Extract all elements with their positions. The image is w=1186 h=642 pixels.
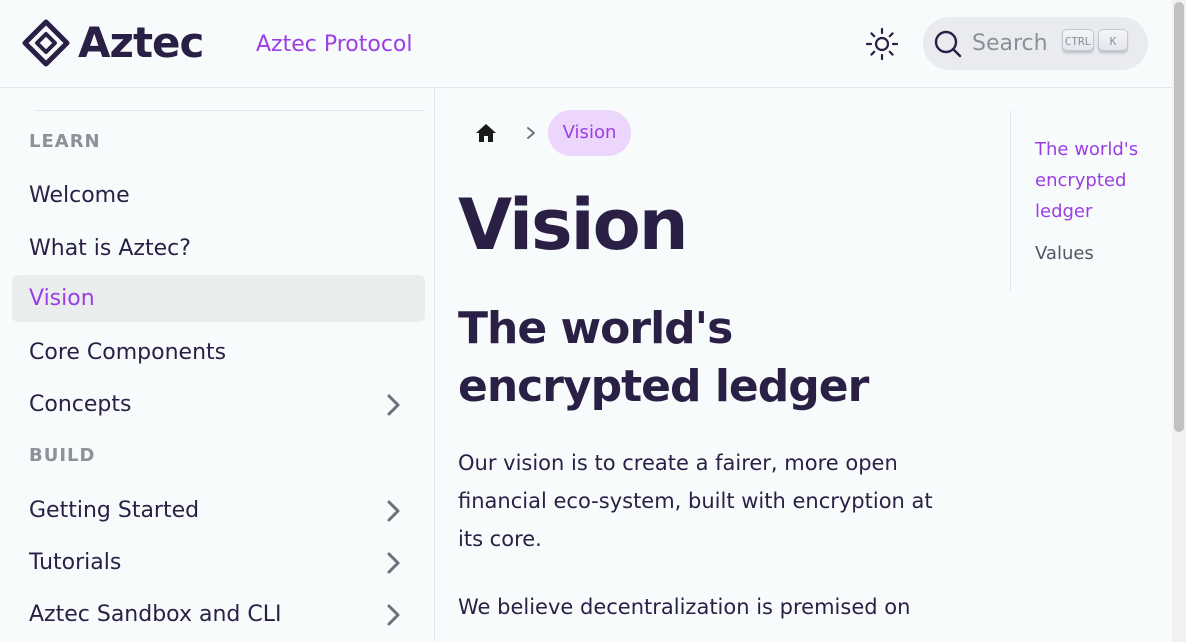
page-title: Vision [458,184,689,266]
chevron-right-icon[interactable] [381,603,405,627]
search-label: Search [972,31,1048,56]
sidebar-item-label: What is Aztec? [29,236,191,261]
sidebar-item-label: Vision [29,286,95,311]
sidebar-divider [34,110,424,111]
aztec-logo-icon [22,19,70,67]
search-button[interactable]: Search CTRL K [923,17,1148,70]
sidebar-item-what-is-aztec[interactable]: What is Aztec? [12,225,425,272]
sun-icon [865,27,899,61]
sidebar-item-welcome[interactable]: Welcome [12,172,425,219]
sidebar-item-label: Tutorials [29,550,122,575]
sidebar-item-concepts[interactable]: Concepts [12,381,425,428]
sidebar: LEARN Welcome What is Aztec? Vision Core… [0,88,435,642]
sidebar-section-learn: LEARN [29,131,101,152]
sidebar-item-getting-started[interactable]: Getting Started [12,487,425,534]
theme-toggle-button[interactable] [862,24,902,64]
search-icon [934,30,962,57]
sidebar-item-core-components[interactable]: Core Components [12,329,425,376]
sidebar-item-label: Getting Started [29,498,200,523]
sidebar-item-label: Aztec Sandbox and CLI [29,602,282,627]
paragraph: We believe decentralization is premised … [458,595,911,619]
sidebar-item-label: Concepts [29,392,132,417]
logo[interactable]: Aztec [22,18,204,67]
sidebar-item-aztec-sandbox-and-cli[interactable]: Aztec Sandbox and CLI [12,591,425,638]
table-of-contents: The world's encrypted ledger Values [1010,110,1161,291]
kbd-ctrl: CTRL [1062,29,1094,53]
kbd-k: K [1098,29,1128,53]
chevron-right-icon[interactable] [381,393,405,417]
scrollbar[interactable] [1172,0,1186,642]
sidebar-item-label: Welcome [29,183,130,208]
logo-text: Aztec [78,18,204,67]
sidebar-item-label: Core Components [29,340,227,365]
breadcrumb-current: Vision [548,110,631,156]
sidebar-item-vision[interactable]: Vision [12,275,425,322]
chevron-right-icon[interactable] [381,551,405,575]
nav-link-aztec-protocol[interactable]: Aztec Protocol [256,30,413,60]
toc-link-values[interactable]: Values [1035,238,1094,269]
toc-link-encrypted-ledger[interactable]: The world's encrypted ledger [1035,134,1145,227]
section-heading: The world's encrypted ledger [458,303,869,412]
paragraph: Our vision is to create a fairer, more o… [458,451,933,551]
sidebar-section-build: BUILD [29,445,96,466]
chevron-right-icon[interactable] [381,499,405,523]
sidebar-item-tutorials[interactable]: Tutorials [12,539,425,586]
navbar: Aztec Aztec Protocol Search CTRL K [0,0,1172,88]
scrollbar-thumb[interactable] [1174,2,1184,432]
home-icon[interactable] [474,121,498,145]
breadcrumb-separator-icon [527,127,535,139]
